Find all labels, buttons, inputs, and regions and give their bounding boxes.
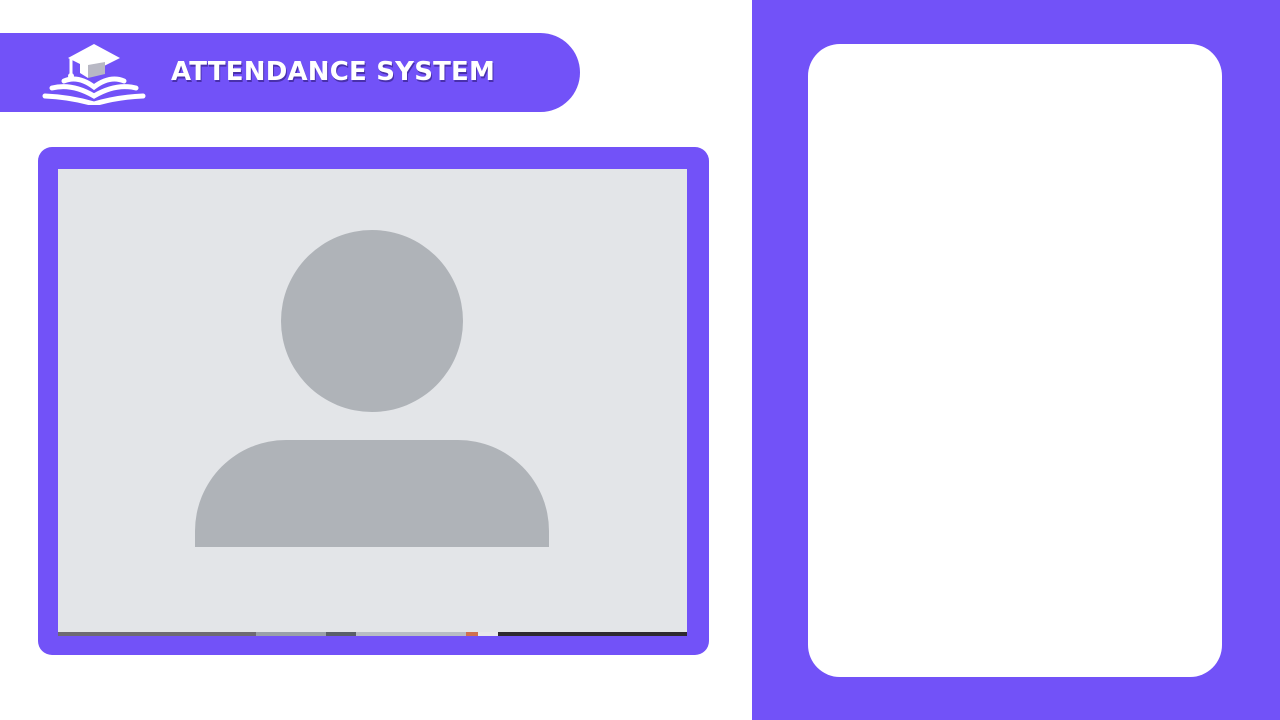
camera-feed xyxy=(58,169,687,636)
info-card xyxy=(808,44,1222,677)
user-avatar-placeholder-icon xyxy=(195,230,549,547)
header-bar: ATTENDANCE SYSTEM xyxy=(0,33,580,112)
camera-feed-edge xyxy=(58,632,687,636)
camera-frame xyxy=(38,147,709,655)
graduation-cap-book-icon xyxy=(42,44,146,105)
app-title: ATTENDANCE SYSTEM xyxy=(171,57,496,87)
side-panel xyxy=(752,0,1280,720)
